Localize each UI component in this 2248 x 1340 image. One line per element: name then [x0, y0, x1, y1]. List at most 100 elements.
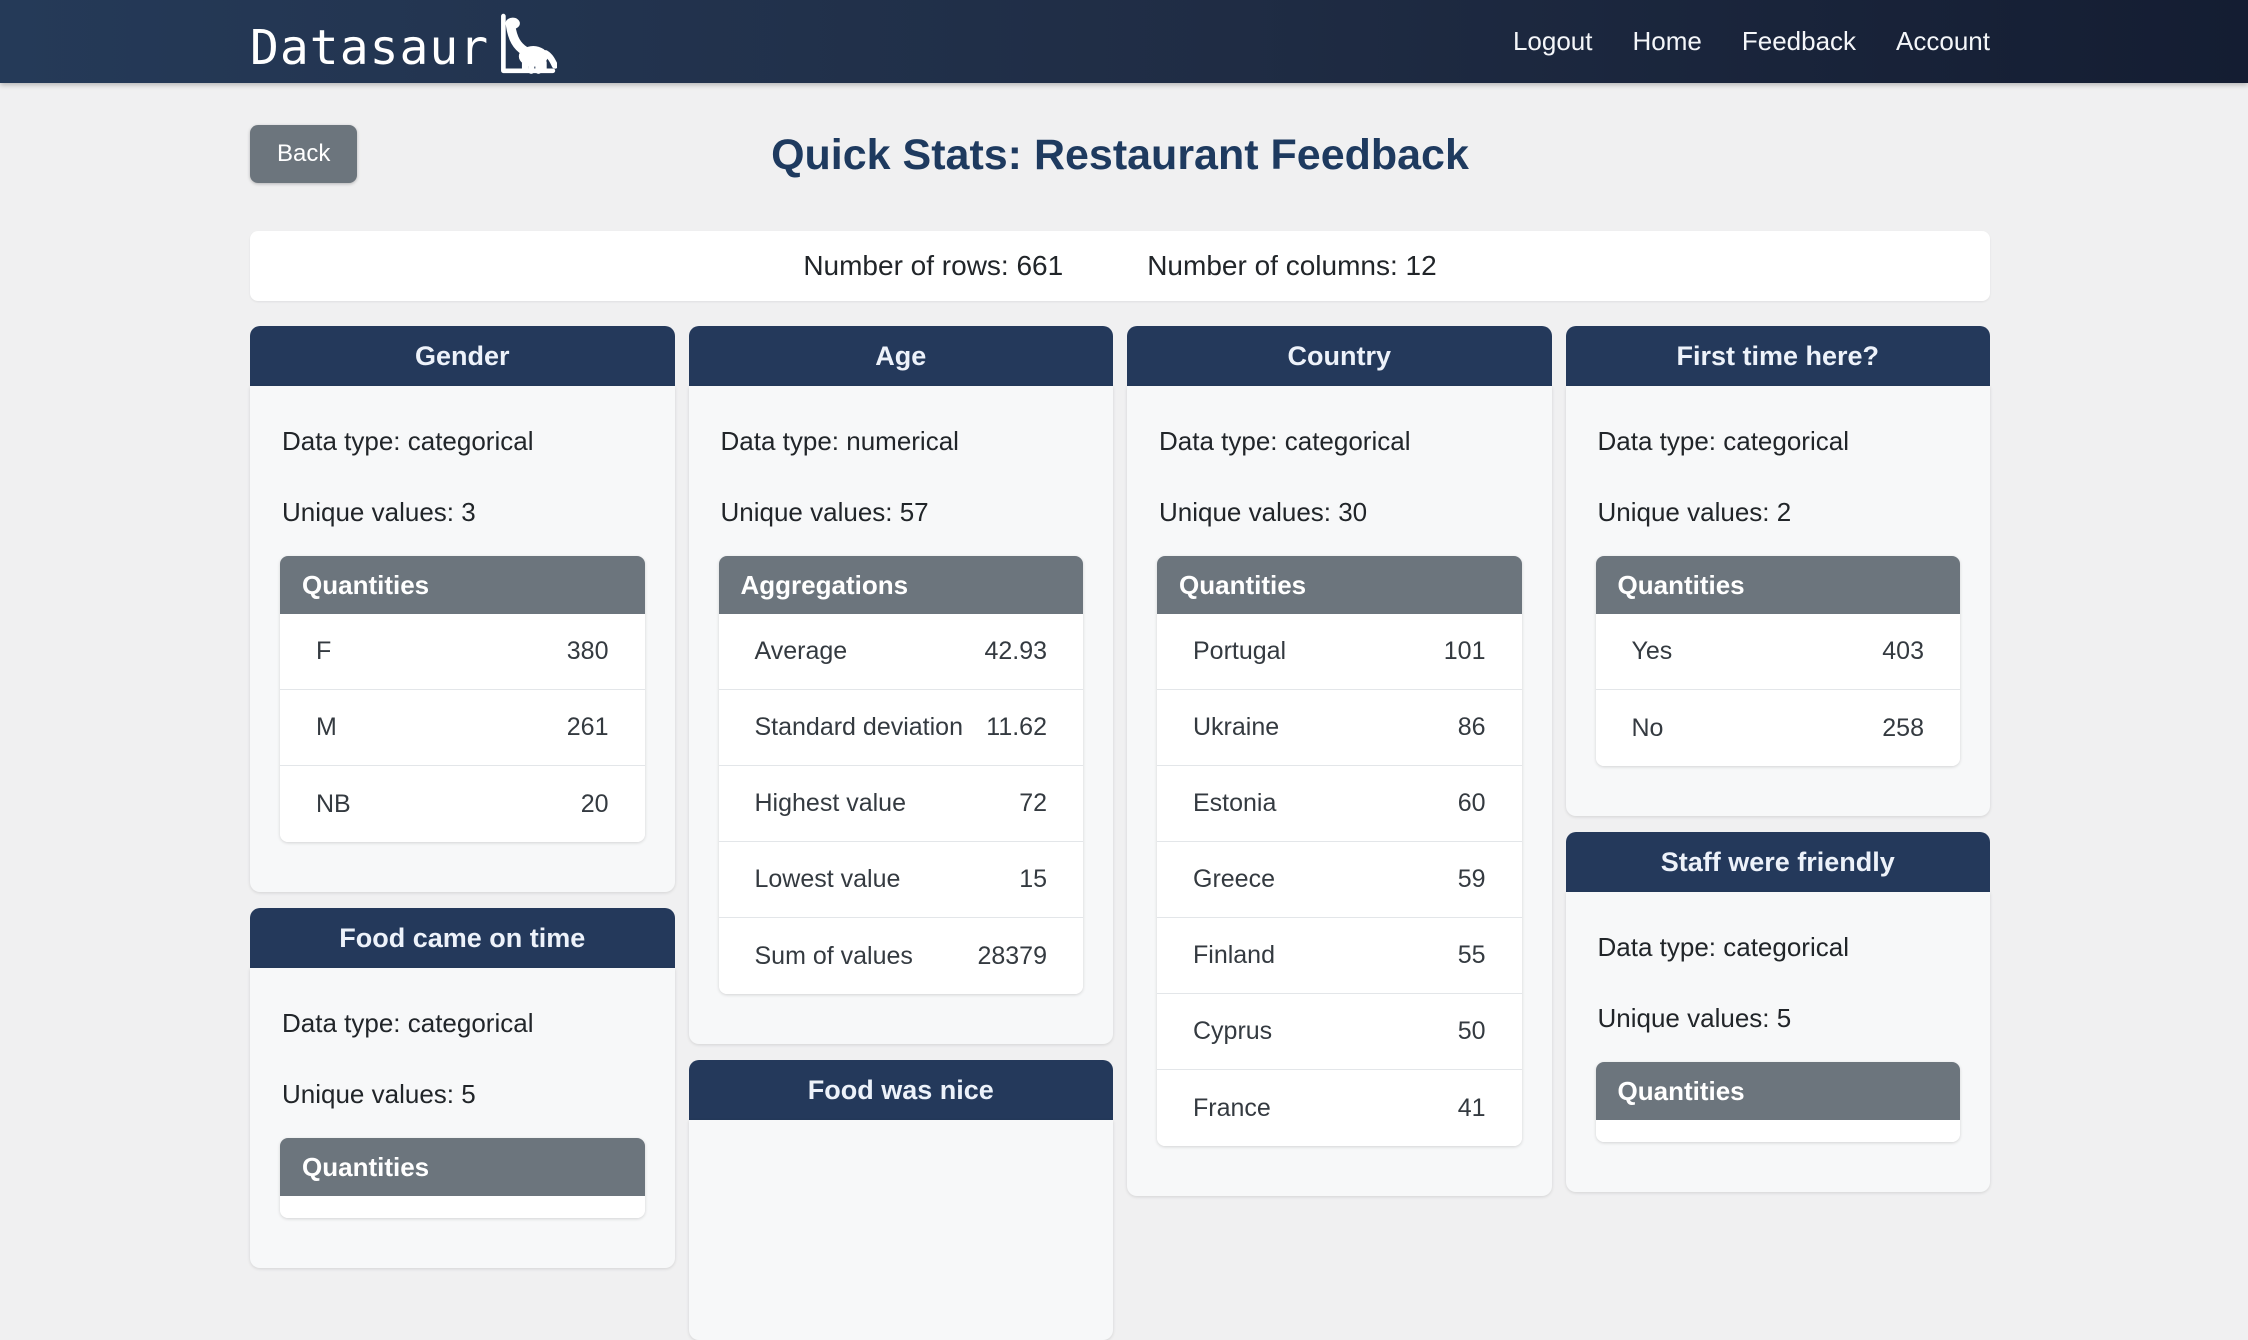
row-value: 50 — [1458, 1017, 1486, 1046]
brand-logo[interactable]: Datasaur — [250, 12, 557, 72]
unique-values-text: Unique values: 5 — [282, 1079, 645, 1110]
row-value: 42.93 — [984, 637, 1047, 666]
row-value: 59 — [1458, 865, 1486, 894]
quantities-table: Aggregations Average 42.93 Standard devi… — [719, 556, 1084, 994]
row-label: Cyprus — [1193, 1017, 1272, 1046]
table-row: Highest value 72 — [719, 766, 1084, 842]
unique-values-text: Unique values: 57 — [721, 497, 1084, 528]
navbar-links: Logout Home Feedback Account — [1513, 26, 1990, 57]
unique-values-text: Unique values: 3 — [282, 497, 645, 528]
card-title: Food was nice — [689, 1060, 1114, 1120]
row-value: 15 — [1019, 865, 1047, 894]
nav-link-logout[interactable]: Logout — [1513, 26, 1593, 57]
cards-grid: Gender Data type: categorical Unique val… — [250, 326, 1990, 1340]
table-row: No 258 — [1596, 690, 1961, 766]
quantities-table: Quantities Portugal 101 Ukraine 86 Eston… — [1157, 556, 1522, 1146]
quantities-table-body: F 380 M 261 NB 20 — [280, 614, 645, 842]
dinosaur-logo-icon — [491, 12, 557, 78]
row-value: 41 — [1458, 1094, 1486, 1123]
table-row: NB 20 — [280, 766, 645, 842]
row-value: 101 — [1444, 637, 1486, 666]
data-type-text: Data type: categorical — [1159, 426, 1522, 457]
row-value: 261 — [567, 713, 609, 742]
row-value: 380 — [567, 637, 609, 666]
grid-column-4: First time here? Data type: categorical … — [1566, 326, 1991, 1192]
table-row: Lowest value 15 — [719, 842, 1084, 918]
unique-values-text: Unique values: 5 — [1598, 1003, 1961, 1034]
row-value: 28379 — [977, 942, 1047, 971]
stat-card: Gender Data type: categorical Unique val… — [250, 326, 675, 892]
card-body: Data type: categorical Unique values: 5 … — [1566, 892, 1991, 1192]
quantities-table-body: Yes 403 No 258 — [1596, 614, 1961, 766]
card-body: Data type: categorical Unique values: 3 … — [250, 386, 675, 892]
columns-count-text: Number of columns: 12 — [1147, 250, 1436, 282]
quantities-table-header: Aggregations — [719, 556, 1084, 614]
row-label: Highest value — [755, 789, 906, 818]
table-row: Estonia 60 — [1157, 766, 1522, 842]
quantities-table-body: Portugal 101 Ukraine 86 Estonia 60 Greec… — [1157, 614, 1522, 1146]
top-navbar: Datasaur Logout Home Feedback Account — [0, 0, 2248, 83]
row-label: Ukraine — [1193, 713, 1279, 742]
nav-link-account[interactable]: Account — [1896, 26, 1990, 57]
row-value: 60 — [1458, 789, 1486, 818]
table-row: Yes 403 — [1596, 614, 1961, 690]
stat-card: Food was nice — [689, 1060, 1114, 1340]
row-label: Average — [755, 637, 848, 666]
table-row: France 41 — [1157, 1070, 1522, 1146]
summary-bar: Number of rows: 661 Number of columns: 1… — [250, 231, 1990, 301]
row-value: 86 — [1458, 713, 1486, 742]
nav-link-home[interactable]: Home — [1633, 26, 1702, 57]
table-row: F 380 — [280, 614, 645, 690]
table-row: M 261 — [280, 690, 645, 766]
quantities-table-body: Average 42.93 Standard deviation 11.62 H… — [719, 614, 1084, 994]
table-row: Greece 59 — [1157, 842, 1522, 918]
rows-count-text: Number of rows: 661 — [803, 250, 1063, 282]
stat-card: Country Data type: categorical Unique va… — [1127, 326, 1552, 1196]
data-type-text: Data type: numerical — [721, 426, 1084, 457]
card-title: Age — [689, 326, 1114, 386]
quantities-table-header: Quantities — [1157, 556, 1522, 614]
row-value: 55 — [1458, 941, 1486, 970]
row-label: Standard deviation — [755, 713, 963, 742]
quantities-table-body — [1596, 1120, 1961, 1142]
stat-card: First time here? Data type: categorical … — [1566, 326, 1991, 816]
unique-values-text: Unique values: 2 — [1598, 497, 1961, 528]
unique-values-text: Unique values: 30 — [1159, 497, 1522, 528]
table-row: Average 42.93 — [719, 614, 1084, 690]
nav-link-feedback[interactable]: Feedback — [1742, 26, 1856, 57]
row-label: F — [316, 637, 331, 666]
page-content: Back Quick Stats: Restaurant Feedback Nu… — [0, 125, 2248, 1340]
table-row: Sum of values 28379 — [719, 918, 1084, 994]
stat-card: Food came on time Data type: categorical… — [250, 908, 675, 1268]
row-label: NB — [316, 790, 351, 819]
row-label: Sum of values — [755, 942, 913, 971]
data-type-text: Data type: categorical — [1598, 932, 1961, 963]
stat-card: Age Data type: numerical Unique values: … — [689, 326, 1114, 1044]
stat-card: Staff were friendly Data type: categoric… — [1566, 832, 1991, 1192]
quantities-table-header: Quantities — [280, 556, 645, 614]
quantities-table: Quantities — [1596, 1062, 1961, 1142]
card-title: First time here? — [1566, 326, 1991, 386]
page-header-row: Back Quick Stats: Restaurant Feedback — [250, 125, 1990, 185]
row-label: Portugal — [1193, 637, 1286, 666]
quantities-table: Quantities Yes 403 No 258 — [1596, 556, 1961, 766]
quantities-table: Quantities F 380 M 261 NB 20 — [280, 556, 645, 842]
row-label: M — [316, 713, 337, 742]
table-row: Ukraine 86 — [1157, 690, 1522, 766]
back-button[interactable]: Back — [250, 125, 357, 183]
table-row: Cyprus 50 — [1157, 994, 1522, 1070]
table-row: Finland 55 — [1157, 918, 1522, 994]
row-label: Estonia — [1193, 789, 1276, 818]
row-value: 20 — [581, 790, 609, 819]
row-label: France — [1193, 1094, 1271, 1123]
card-body — [689, 1120, 1114, 1340]
card-body: Data type: categorical Unique values: 5 … — [250, 968, 675, 1268]
row-value: 72 — [1019, 789, 1047, 818]
card-body: Data type: categorical Unique values: 2 … — [1566, 386, 1991, 816]
quantities-table-header: Quantities — [1596, 1062, 1961, 1120]
grid-column-2: Age Data type: numerical Unique values: … — [689, 326, 1114, 1340]
card-title: Staff were friendly — [1566, 832, 1991, 892]
data-type-text: Data type: categorical — [1598, 426, 1961, 457]
grid-column-1: Gender Data type: categorical Unique val… — [250, 326, 675, 1268]
card-title: Gender — [250, 326, 675, 386]
